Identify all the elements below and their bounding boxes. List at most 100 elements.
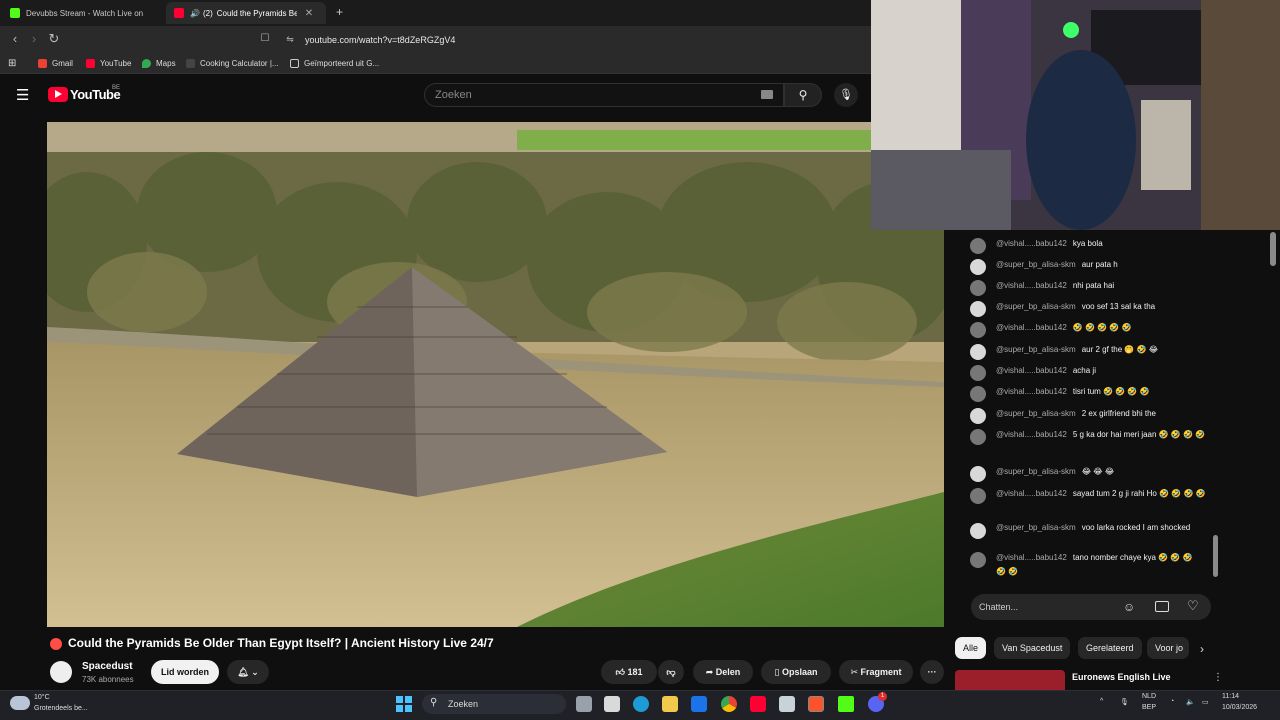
- outlook-icon[interactable]: [691, 696, 707, 712]
- wifi-icon[interactable]: ◔: [1170, 698, 1174, 705]
- back-icon[interactable]: ‹: [6, 30, 24, 48]
- video-player[interactable]: [47, 122, 944, 627]
- avatar[interactable]: [970, 488, 986, 504]
- bookmark-cooking[interactable]: Cooking Calculator |...: [186, 56, 279, 70]
- related-title[interactable]: Euronews English Live: [1072, 672, 1171, 682]
- channel-name[interactable]: Spacedust: [82, 661, 133, 672]
- store-icon[interactable]: [604, 696, 620, 712]
- avatar[interactable]: [970, 322, 986, 338]
- bookmark-folder[interactable]: Geïmporteerd uit G...: [290, 56, 379, 70]
- bookmark-maps[interactable]: Maps: [142, 56, 176, 70]
- like-button[interactable]: 👍︎ 181: [601, 660, 657, 684]
- search-input[interactable]: Zoeken: [424, 83, 784, 107]
- avatar[interactable]: [970, 386, 986, 402]
- chat-username[interactable]: @vishal.....babu142: [996, 281, 1067, 290]
- close-tab-icon[interactable]: ✕: [305, 8, 313, 19]
- reload-icon[interactable]: ↻: [45, 30, 63, 48]
- avatar[interactable]: [970, 466, 986, 482]
- chat-scrollbar[interactable]: [1213, 535, 1218, 577]
- new-tab-button[interactable]: +: [336, 5, 343, 19]
- weather-desc[interactable]: Grotendeels be...: [34, 705, 88, 712]
- avatar[interactable]: [970, 408, 986, 424]
- bookmark-gmail[interactable]: Gmail: [38, 56, 73, 70]
- save-label: Opslaan: [781, 667, 818, 677]
- dislike-button[interactable]: 👎︎: [658, 660, 684, 684]
- file-explorer-icon[interactable]: [662, 696, 678, 712]
- heart-icon[interactable]: ♡: [1187, 598, 1199, 614]
- chip-all[interactable]: Alle: [955, 637, 987, 659]
- chip-for-you[interactable]: Voor jo: [1147, 637, 1189, 659]
- weather-icon[interactable]: [10, 696, 30, 710]
- channel-avatar[interactable]: [50, 661, 72, 683]
- more-vert-icon[interactable]: ⋮: [1213, 672, 1223, 683]
- emoji-icon[interactable]: ☺: [1123, 600, 1135, 614]
- avatar[interactable]: [970, 301, 986, 317]
- chat-username[interactable]: @super_bp_alisa-skm: [996, 260, 1076, 269]
- clock-date[interactable]: 10/03/2026: [1222, 704, 1257, 711]
- mic-button[interactable]: 🎙: [834, 83, 858, 107]
- avatar[interactable]: [970, 552, 986, 568]
- chat-username[interactable]: @vishal.....babu142: [996, 239, 1067, 248]
- chat-username[interactable]: @vishal.....babu142: [996, 553, 1067, 562]
- chat-username[interactable]: @super_bp_alisa-skm: [996, 523, 1076, 532]
- chat-username[interactable]: @super_bp_alisa-skm: [996, 467, 1076, 476]
- chat-input[interactable]: Chatten...: [971, 594, 1211, 620]
- taskbar-search[interactable]: Zoeken: [422, 694, 566, 714]
- related-thumbnail[interactable]: [955, 670, 1065, 690]
- site-info-icon[interactable]: ⇋: [281, 30, 299, 48]
- clock-time[interactable]: 11:14: [1222, 693, 1239, 700]
- language-top[interactable]: NLD: [1142, 693, 1156, 700]
- more-actions-button[interactable]: ···: [920, 660, 944, 684]
- battery-icon[interactable]: ▭: [1202, 698, 1209, 706]
- avatar[interactable]: [970, 259, 986, 275]
- tray-overflow-icon[interactable]: ^: [1100, 698, 1103, 705]
- weather-temp[interactable]: 10°C: [34, 694, 50, 701]
- clip-button[interactable]: ✂ Fragment: [839, 660, 913, 684]
- apps-grid-icon[interactable]: ⊞: [8, 56, 16, 70]
- keyboard-icon[interactable]: [761, 90, 773, 99]
- search-button[interactable]: ⚲: [784, 83, 822, 107]
- chat-username[interactable]: @super_bp_alisa-skm: [996, 409, 1076, 418]
- avatar[interactable]: [970, 280, 986, 296]
- avatar[interactable]: [970, 238, 986, 254]
- avatar[interactable]: [970, 429, 986, 445]
- share-button[interactable]: ➦ Delen: [693, 660, 753, 684]
- volume-icon[interactable]: 🔈: [1186, 698, 1195, 706]
- start-button-icon[interactable]: [396, 696, 412, 712]
- join-button[interactable]: Lid worden: [151, 660, 219, 684]
- chat-username[interactable]: @vishal.....babu142: [996, 387, 1067, 396]
- avatar[interactable]: [970, 344, 986, 360]
- avatar[interactable]: [970, 365, 986, 381]
- menu-icon[interactable]: ☰: [16, 86, 29, 104]
- bookmark-youtube[interactable]: YouTube: [86, 56, 131, 70]
- chip-related[interactable]: Gerelateerd: [1078, 637, 1142, 659]
- chevron-right-icon[interactable]: ›: [1200, 642, 1204, 656]
- avatar[interactable]: [970, 523, 986, 539]
- chat-username[interactable]: @super_bp_alisa-skm: [996, 345, 1076, 354]
- chat-username[interactable]: @vishal.....babu142: [996, 323, 1067, 332]
- bookmark-icon[interactable]: ☐: [256, 30, 274, 48]
- kick-app-icon[interactable]: [838, 696, 854, 712]
- url-input[interactable]: youtube.com/watch?v=t8dZeRGZgV4: [305, 31, 865, 49]
- super-chat-icon[interactable]: [1155, 601, 1169, 612]
- mic-tray-icon[interactable]: 🎙: [1120, 698, 1129, 706]
- edge-icon[interactable]: [633, 696, 649, 712]
- forward-icon[interactable]: ›: [25, 30, 43, 48]
- chrome-icon[interactable]: [721, 696, 737, 712]
- chat-username[interactable]: @vishal.....babu142: [996, 489, 1067, 498]
- chat-username[interactable]: @vishal.....babu142: [996, 430, 1067, 439]
- calculator-app-icon[interactable]: [779, 696, 795, 712]
- chat-username[interactable]: @vishal.....babu142: [996, 366, 1067, 375]
- chip-from-channel[interactable]: Van Spacedust: [994, 637, 1071, 659]
- youtube-app-icon[interactable]: [750, 696, 766, 712]
- chat-username[interactable]: @super_bp_alisa-skm: [996, 302, 1076, 311]
- tab-devubbs[interactable]: Devubbs Stream - Watch Live on: [2, 2, 160, 24]
- page-scrollbar[interactable]: [1270, 232, 1276, 266]
- notifications-button[interactable]: 🔔︎ ⌄: [227, 660, 269, 684]
- save-button[interactable]: ▯ Opslaan: [761, 660, 831, 684]
- brave-icon[interactable]: [808, 696, 824, 712]
- youtube-logo-icon[interactable]: [48, 87, 68, 102]
- language-bottom[interactable]: BEP: [1142, 704, 1156, 711]
- tab-pyramids[interactable]: 🔊 (2) Could the Pyramids Be ✕: [166, 2, 326, 24]
- task-view-icon[interactable]: [576, 696, 592, 712]
